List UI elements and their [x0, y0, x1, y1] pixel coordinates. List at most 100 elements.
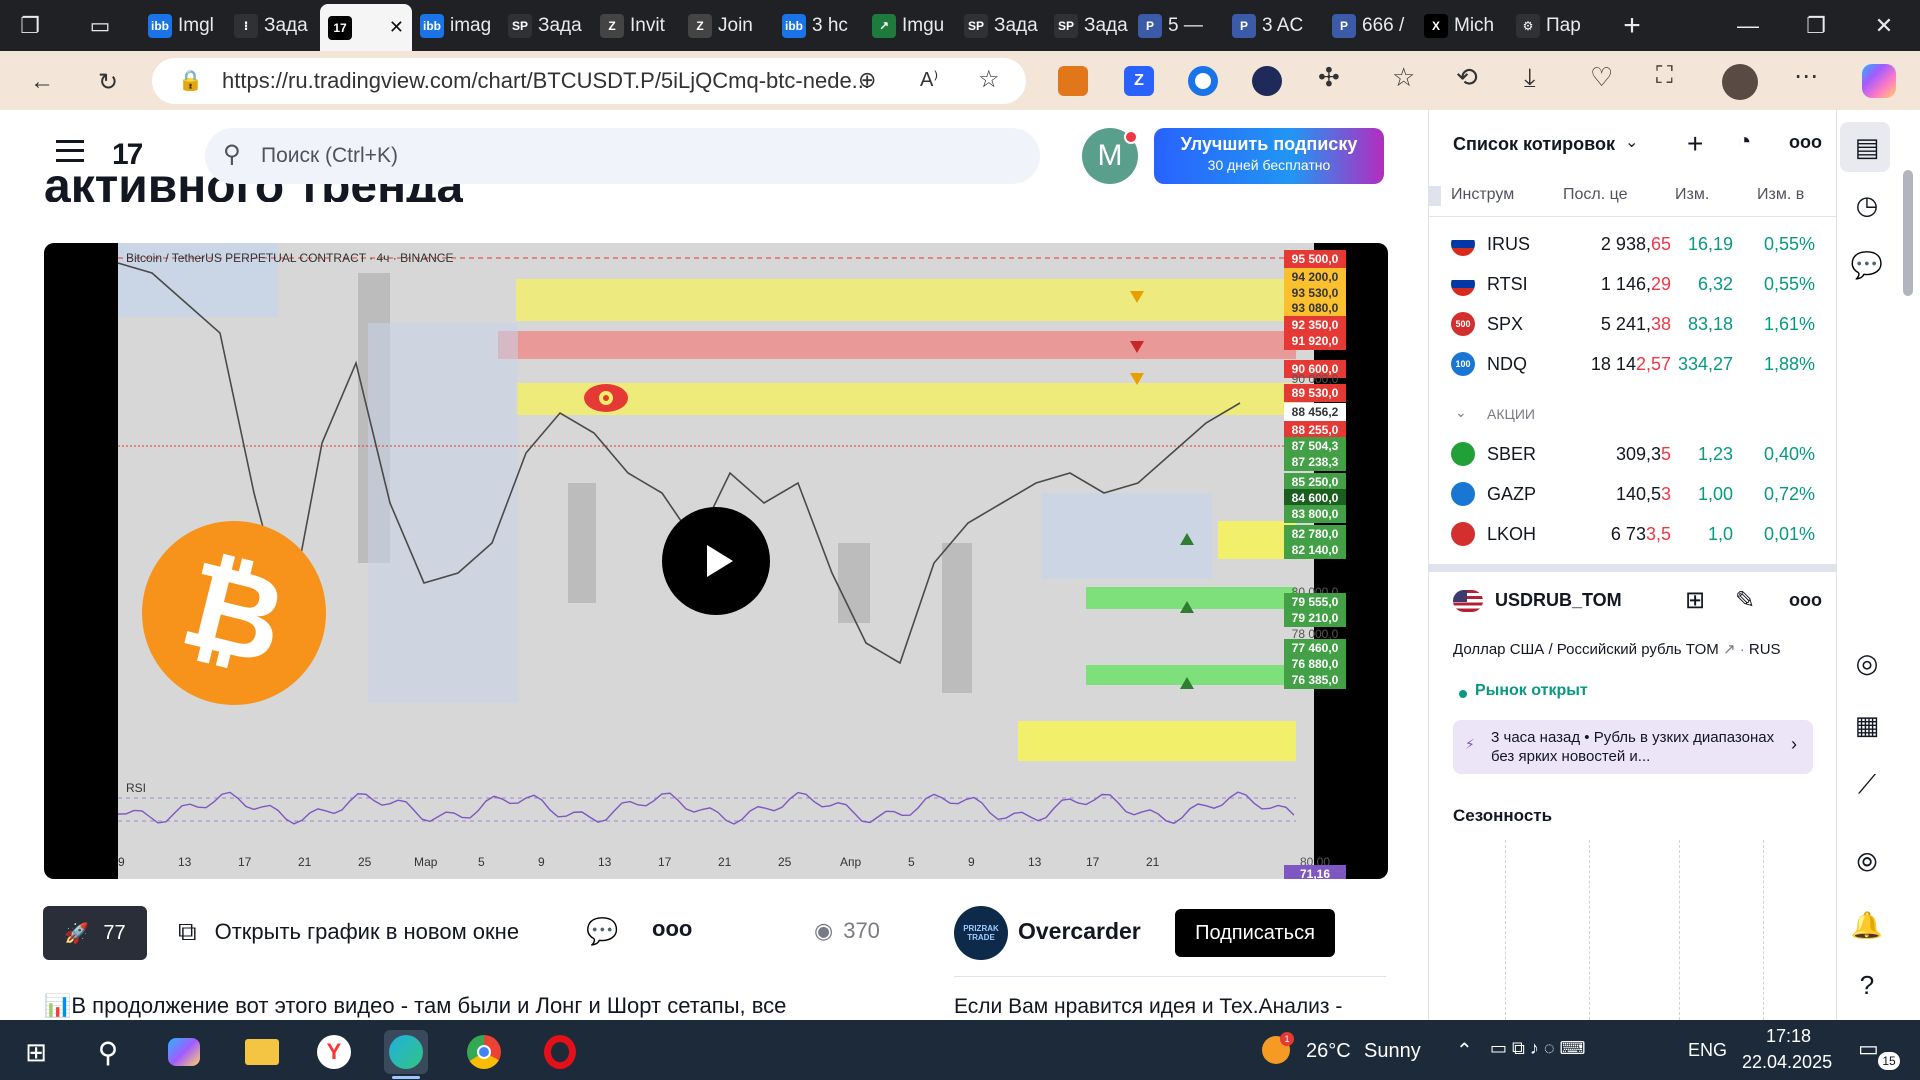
profile-avatar[interactable] [1722, 64, 1758, 100]
watchlist-col-header[interactable]: Изм. [1675, 186, 1709, 204]
zoom-icon[interactable]: ⊕ [858, 67, 876, 93]
extension-circle-icon[interactable] [1188, 66, 1218, 96]
watchlist-row[interactable]: LKOH 6 733,5 1,0 0,01% [1429, 514, 1837, 554]
tab[interactable]: SP Зада [1046, 6, 1136, 46]
chevron-down-icon[interactable]: ⌄ [1625, 132, 1638, 152]
boost-button[interactable]: 🚀 77 [43, 906, 147, 960]
author-name[interactable]: Overcarder [1018, 918, 1141, 945]
watchlist-more-icon[interactable]: ooo [1789, 132, 1822, 153]
add-symbol-icon[interactable]: + [1687, 128, 1703, 160]
news-item[interactable]: ⚡ 3 часа назад • Рубль в узких диапазона… [1453, 720, 1813, 774]
watchlist-row[interactable]: 500 SPX 5 241,38 83,18 1,61% [1429, 304, 1837, 344]
tab[interactable]: P 666 / [1324, 6, 1414, 46]
yandex-browser-icon[interactable]: Y [312, 1030, 356, 1074]
favorite-star-icon[interactable]: ☆ [978, 65, 1000, 94]
section-label[interactable]: АКЦИИ [1487, 406, 1535, 422]
screenshot-icon[interactable]: ⛶ [1656, 62, 1673, 90]
external-link-icon[interactable]: ↗ [1723, 641, 1736, 658]
watchlist-row[interactable]: 100 NDQ 18 142,57 334,27 1,88% [1429, 344, 1837, 384]
detail-symbol[interactable]: USDRUB_TOM [1495, 590, 1622, 611]
favorites-icon[interactable]: ☆ [1392, 62, 1415, 93]
watchlist-col-header[interactable]: Посл. це [1563, 186, 1628, 204]
read-aloud-icon[interactable]: A⁾ [920, 67, 938, 92]
chevron-up-icon[interactable]: ⌃ [1456, 1038, 1473, 1063]
tab[interactable]: ibb 3 hc [774, 6, 864, 46]
pitchfork-icon[interactable]: ⟋ [1848, 766, 1886, 804]
upgrade-button[interactable]: Улучшить подписку 30 дней бесплатно [1154, 128, 1384, 184]
chat-icon[interactable]: 💬 [1848, 246, 1886, 284]
search-taskbar-icon[interactable]: ⚲ [86, 1030, 130, 1074]
metamask-extension-icon[interactable] [1058, 66, 1088, 96]
more-actions-button[interactable]: ooo [652, 916, 692, 942]
file-explorer-icon[interactable] [240, 1030, 284, 1074]
edit-icon[interactable]: ✎ [1735, 586, 1755, 615]
broadcast-icon[interactable]: ⦾ [1848, 844, 1886, 882]
play-button[interactable] [662, 507, 770, 615]
detail-more-icon[interactable]: ooo [1789, 590, 1822, 611]
watchlist-row[interactable]: SBER 309,35 1,23 0,40% [1429, 434, 1837, 474]
new-tab-button[interactable]: + [1612, 6, 1652, 46]
m365-icon[interactable] [162, 1030, 206, 1074]
address-bar[interactable]: 🔒 https://ru.tradingview.com/chart/BTCUS… [152, 58, 1026, 104]
minimize-button[interactable]: — [1714, 0, 1782, 51]
watchlist-col-header[interactable]: Изм. в [1757, 186, 1804, 204]
start-button[interactable]: ⊞ [14, 1030, 58, 1074]
clock-date[interactable]: 22.04.2025 [1742, 1052, 1832, 1073]
subscribe-button[interactable]: Подписаться [1175, 909, 1335, 957]
bell-icon[interactable]: 🔔 [1848, 906, 1886, 944]
watchlist-details-icon[interactable]: ◔ [1737, 128, 1752, 156]
help-icon[interactable]: ? [1848, 966, 1886, 1004]
close-window-button[interactable]: ✕ [1850, 0, 1918, 51]
clock-time[interactable]: 17:18 [1766, 1026, 1811, 1047]
maximize-button[interactable]: ❐ [1782, 0, 1850, 51]
alerts-clock-icon[interactable]: ◷ [1848, 186, 1886, 224]
watchlist-title[interactable]: Список котировок [1453, 134, 1615, 155]
layout-icon[interactable]: ⊞ [1685, 586, 1705, 615]
back-button[interactable]: ← [22, 62, 62, 102]
extension-z-icon[interactable]: Z [1124, 66, 1154, 96]
notification-icon[interactable]: ▭ [1858, 1036, 1879, 1062]
watchlist-row[interactable]: GAZP 140,53 1,00 0,72% [1429, 474, 1837, 514]
workspaces-icon[interactable]: ❐ [14, 10, 46, 42]
performance-icon[interactable]: ♡ [1590, 62, 1613, 93]
target-icon[interactable]: ◎ [1848, 644, 1886, 682]
close-tab-icon[interactable]: ✕ [389, 17, 404, 38]
search-input[interactable]: ⚲ Поиск (Ctrl+K) [205, 128, 1040, 184]
tab[interactable]: ibb imag [412, 6, 502, 46]
tab[interactable]: Z Join [680, 6, 770, 46]
scrollbar-thumb[interactable] [1903, 170, 1913, 296]
tab[interactable]: SP Зада [500, 6, 590, 46]
watchlist-col-header[interactable]: Инструм [1451, 186, 1514, 204]
watchlist-icon[interactable]: ▤ [1848, 128, 1886, 166]
tab[interactable]: P 3 AC [1224, 6, 1314, 46]
open-chart-link[interactable]: ⧉ Открыть график в новом окне [178, 916, 519, 948]
downloads-icon[interactable]: ⤓ [1524, 62, 1536, 94]
tab[interactable]: P 5 — [1130, 6, 1220, 46]
history-icon[interactable]: ⟲ [1456, 62, 1478, 93]
watchlist-row[interactable]: IRUS 2 938,65 16,19 0,55% [1429, 224, 1837, 264]
tab-actions-icon[interactable]: ▭ [84, 10, 116, 42]
chrome-icon[interactable] [462, 1030, 506, 1074]
hamburger-menu-icon[interactable] [56, 140, 84, 162]
tray-icons[interactable]: ▭ ⧉ ♪ ◌ ⌨ [1490, 1038, 1586, 1059]
tab[interactable]: ibb Imgl [140, 6, 230, 46]
tab[interactable]: ↗ Imgu [864, 6, 954, 46]
calendar-icon[interactable]: ▦ [1848, 706, 1886, 744]
chart-video-player[interactable]: Bitcoin / TetherUS PERPETUAL CONTRACT · … [44, 243, 1388, 879]
tradingview-logo[interactable]: 17 [112, 138, 143, 172]
tab[interactable]: Z Invit [592, 6, 682, 46]
opera-icon[interactable] [538, 1030, 582, 1074]
tab[interactable]: 17 ✕ [320, 4, 412, 51]
extension-dark-icon[interactable] [1252, 66, 1282, 96]
extensions-icon[interactable]: ✣ [1318, 62, 1340, 93]
more-options-icon[interactable]: ⋯ [1794, 62, 1818, 91]
tab[interactable]: SP Зада [956, 6, 1046, 46]
comments-icon[interactable]: 💬 [586, 916, 618, 947]
language-indicator[interactable]: ENG [1688, 1040, 1727, 1061]
edge-taskbar-icon[interactable] [384, 1030, 428, 1074]
copilot-icon[interactable] [1862, 64, 1896, 98]
tab[interactable]: X Mich [1416, 6, 1506, 46]
watchlist-row[interactable]: RTSI 1 146,29 6,32 0,55% [1429, 264, 1837, 304]
tab[interactable]: ⁝ Зада [226, 6, 316, 46]
section-chevron-icon[interactable]: ⌄ [1455, 404, 1467, 421]
